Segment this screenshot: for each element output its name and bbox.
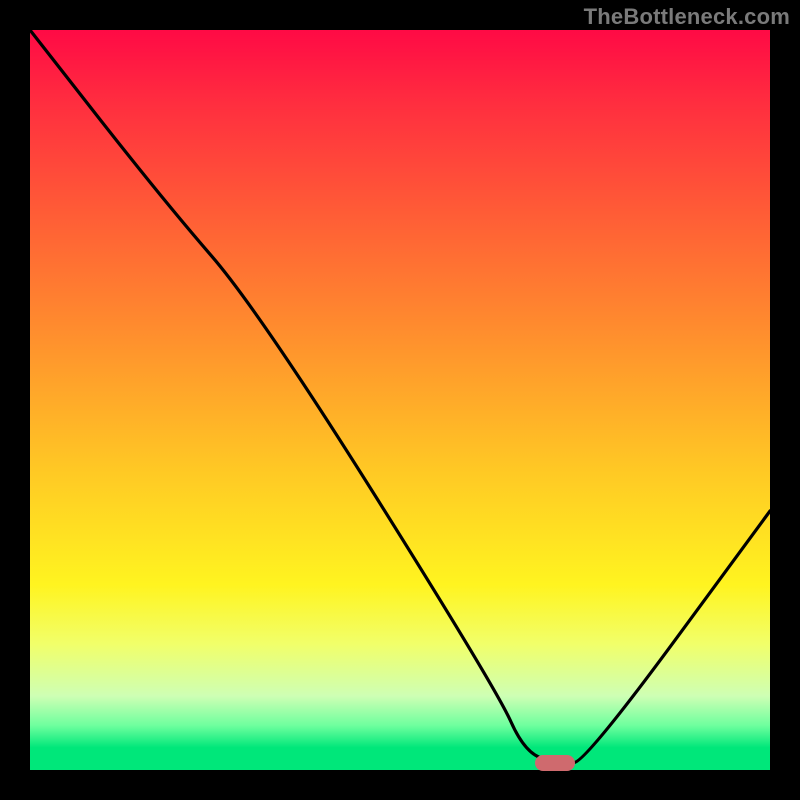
curve-layer: [30, 30, 770, 770]
watermark-text: TheBottleneck.com: [584, 4, 790, 30]
plot-area: [30, 30, 770, 770]
optimum-marker: [535, 755, 575, 771]
chart-frame: TheBottleneck.com: [0, 0, 800, 800]
bottleneck-curve: [30, 30, 770, 763]
